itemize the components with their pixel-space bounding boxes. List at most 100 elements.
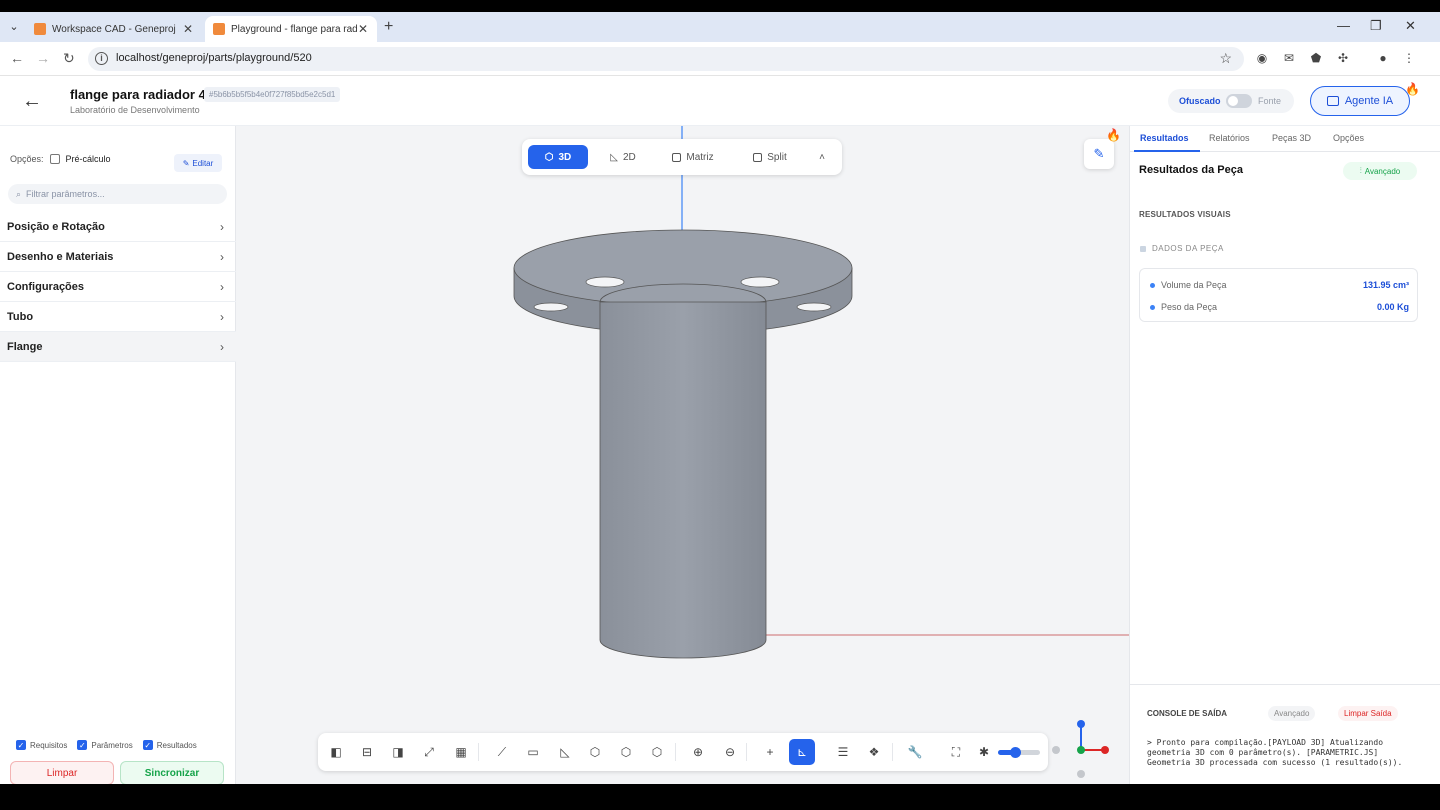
options-label: Opções: xyxy=(10,154,44,164)
close-window-icon[interactable]: ✕ xyxy=(1405,18,1416,34)
favicon-icon xyxy=(213,23,225,35)
browser-tab-playground[interactable]: Playground - flange para radia ✕ xyxy=(205,16,377,42)
close-tab-icon[interactable]: ✕ xyxy=(357,22,369,36)
axis-gizmo[interactable] xyxy=(1046,711,1116,781)
section-position-rotation[interactable]: Posição e Rotação › xyxy=(0,212,236,242)
section-drawing-materials[interactable]: Desenho e Materiais › xyxy=(0,242,236,272)
extension-icon[interactable]: ◉ xyxy=(1255,51,1269,65)
cube-iso-icon[interactable]: ⬡ xyxy=(616,742,636,762)
checkbox-checked-icon[interactable]: ✓ xyxy=(77,740,88,750)
restore-icon[interactable]: ❐ xyxy=(1370,18,1382,34)
clear-button[interactable]: Limpar xyxy=(10,761,114,784)
part-hash-badge: #5b6b5b5f5b4e0f727f85bd5e2c5d1 xyxy=(204,87,341,102)
profile-avatar-icon[interactable]: ● xyxy=(1376,51,1390,65)
mail-extension-icon[interactable]: ✉ xyxy=(1282,51,1296,65)
agent-ia-label: Agente IA xyxy=(1344,95,1394,107)
data-value: 131.95 cm³ xyxy=(1362,280,1409,290)
forward-nav-icon[interactable]: → xyxy=(36,50,50,66)
crosshair-icon[interactable]: + xyxy=(760,742,780,762)
wrench-icon[interactable]: 🔧 xyxy=(905,742,925,762)
obfuscate-toggle[interactable]: Ofuscado Fonte xyxy=(1168,89,1294,113)
data-label: Peso da Peça xyxy=(1161,302,1218,312)
options-row: Opções: Pré-cálculo xyxy=(10,154,111,164)
bookmark-star-icon[interactable]: ☆ xyxy=(1219,50,1232,67)
results-panel: Resultados Relatórios Peças 3D Opções Re… xyxy=(1129,126,1440,784)
3d-scene[interactable] xyxy=(236,126,1129,784)
measure-diagonal-icon[interactable]: ⟋ xyxy=(492,742,512,762)
checkbox-checked-icon[interactable]: ✓ xyxy=(142,740,153,750)
tab-strip: ⌄ Workspace CAD - Geneproj ✕ Playground … xyxy=(0,12,1440,42)
minimize-icon[interactable]: — xyxy=(1337,18,1350,33)
zoom-slider-knob[interactable] xyxy=(1009,747,1021,758)
panel-horizontal-icon[interactable]: ⊟ xyxy=(357,742,377,762)
mode-split-button[interactable]: Split xyxy=(742,145,798,169)
tab-3d-parts[interactable]: Peças 3D xyxy=(1272,133,1311,143)
tab-options[interactable]: Opções xyxy=(1333,133,1364,143)
bolt-hole xyxy=(740,276,780,288)
edit-button[interactable]: ✎ Editar xyxy=(174,154,222,172)
data-row-volume: Volume da Peça 131.95 cm³ xyxy=(1150,275,1409,295)
mode-matrix-button[interactable]: Matriz xyxy=(662,145,724,169)
url-bar[interactable]: i localhost/geneproj/parts/playground/52… xyxy=(88,47,1244,71)
checkbox-checked-icon[interactable]: ✓ xyxy=(16,740,26,750)
check-parameters[interactable]: ✓ Parâmetros xyxy=(77,740,133,750)
back-arrow-icon[interactable]: ← xyxy=(22,90,42,113)
section-flange[interactable]: Flange › xyxy=(0,332,236,362)
collapse-chevron-icon[interactable]: ˄ xyxy=(812,145,832,169)
tab-results[interactable]: Resultados xyxy=(1140,133,1189,143)
agent-ia-button[interactable]: Agente IA xyxy=(1310,86,1410,116)
angle-icon[interactable]: ◺ xyxy=(555,742,575,762)
part-data-card: Volume da Peça 131.95 cm³ Peso da Peça 0… xyxy=(1139,268,1418,322)
console-advanced-button[interactable]: Avançado xyxy=(1268,706,1316,721)
table-icon[interactable]: ▦ xyxy=(451,742,471,762)
list-icon[interactable]: ☰ xyxy=(833,742,853,762)
panel-right-icon[interactable]: ◨ xyxy=(388,742,408,762)
mode-label: 2D xyxy=(622,151,636,163)
new-tab-icon[interactable]: + xyxy=(384,18,393,36)
section-configurations[interactable]: Configurações › xyxy=(0,272,236,302)
zoom-slider[interactable] xyxy=(998,747,1040,758)
reload-icon[interactable]: ↻ xyxy=(63,50,75,67)
filter-input[interactable]: ⌕ Filtrar parâmetros... xyxy=(8,184,227,204)
ruler-icon[interactable]: ▭ xyxy=(523,742,543,762)
advanced-label: Avançado xyxy=(1364,166,1401,176)
zoom-in-icon[interactable]: ⊕ xyxy=(688,742,708,762)
check-results[interactable]: ✓ Resultados xyxy=(142,740,197,750)
data-label: Volume da Peça xyxy=(1161,280,1227,290)
toggle-label-right: Fonte xyxy=(1258,96,1282,106)
triangle-ruler-icon: ◺ xyxy=(610,151,618,163)
toggle-switch[interactable] xyxy=(1226,94,1252,108)
puzzle-extensions-icon[interactable]: ✣ xyxy=(1336,51,1350,65)
edit-pencil-icon[interactable]: ✎ xyxy=(1084,139,1114,169)
check-requirements[interactable]: ✓ Requisitos xyxy=(16,740,67,750)
edit-label: Editar xyxy=(192,158,214,168)
tab-list-chevron-icon[interactable]: ⌄ xyxy=(6,19,22,35)
cube-side-icon[interactable]: ⬡ xyxy=(647,742,667,762)
console-clear-button[interactable]: Limpar Saída xyxy=(1338,706,1398,721)
3d-viewport[interactable]: ⬡ 3D ◺ 2D Matriz Split ˄ ✎ 🔥 ◧ ⊟ ◨ ⤢ ▦ ⟋ ▭… xyxy=(236,126,1129,784)
section-tube[interactable]: Tubo › xyxy=(0,302,236,332)
section-bullet-icon xyxy=(1140,245,1146,252)
precalc-checkbox[interactable] xyxy=(49,154,60,164)
expand-icon[interactable]: ⤢ xyxy=(419,742,439,762)
back-nav-icon[interactable]: ← xyxy=(10,50,24,66)
cube-front-icon[interactable]: ⬡ xyxy=(585,742,605,762)
url-text[interactable]: localhost/geneproj/parts/playground/520 xyxy=(116,52,312,64)
mode-3d-button[interactable]: ⬡ 3D xyxy=(528,145,588,169)
browser-tab-workspace[interactable]: Workspace CAD - Geneproj ✕ xyxy=(26,16,202,42)
advanced-badge[interactable]: ⫶ Avançado xyxy=(1343,162,1417,180)
results-tabs: Resultados Relatórios Peças 3D Opções xyxy=(1130,126,1440,152)
tab-reports[interactable]: Relatórios xyxy=(1209,133,1250,143)
close-tab-icon[interactable]: ✕ xyxy=(182,22,194,36)
fullscreen-icon[interactable]: ⛶ xyxy=(946,742,966,762)
browser-menu-icon[interactable]: ⋮ xyxy=(1402,51,1416,65)
zoom-out-icon[interactable]: ⊖ xyxy=(720,742,740,762)
axes-icon[interactable]: ⊾ xyxy=(789,739,815,765)
sync-button[interactable]: Sincronizar xyxy=(120,761,224,784)
shield-extension-icon[interactable]: ⬟ xyxy=(1309,51,1323,65)
panel-left-icon[interactable]: ◧ xyxy=(326,742,346,762)
walk-icon[interactable]: ✱ xyxy=(974,742,994,762)
site-info-icon[interactable]: i xyxy=(95,52,108,65)
layers-icon[interactable]: ❖ xyxy=(864,742,884,762)
mode-2d-button[interactable]: ◺ 2D xyxy=(598,145,648,169)
